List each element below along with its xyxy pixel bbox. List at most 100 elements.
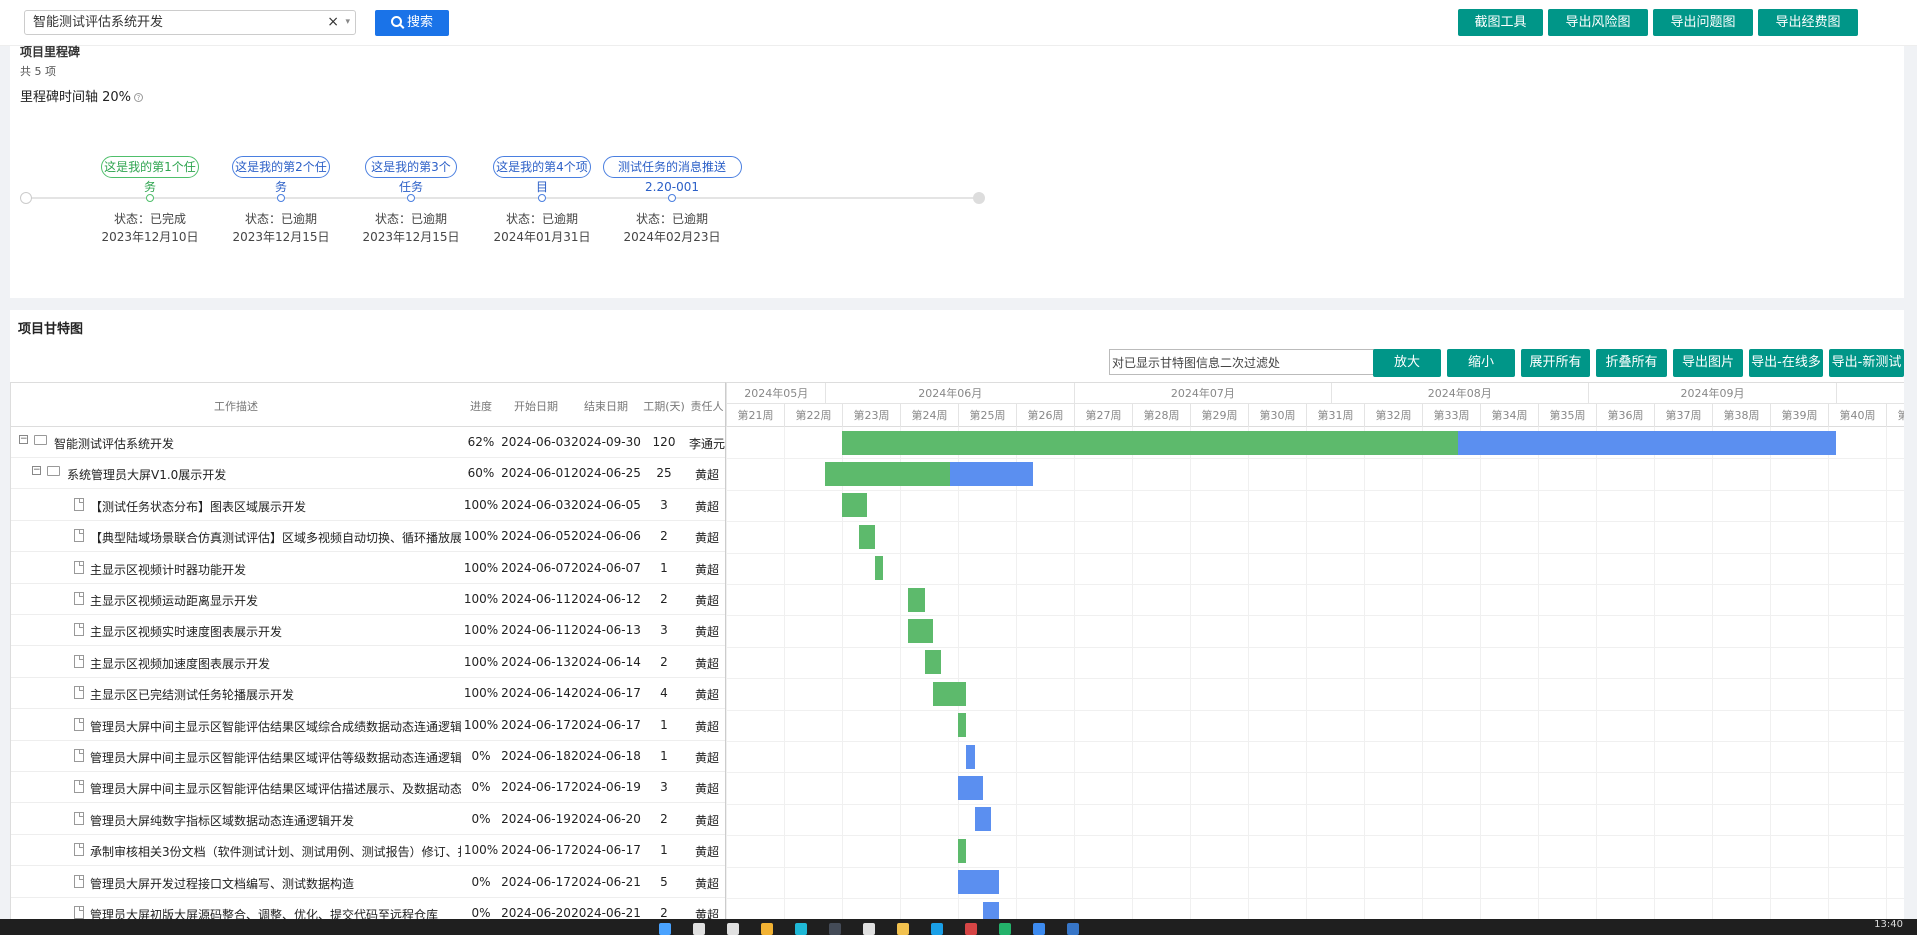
table-row[interactable]: − 系统管理员大屏V1.0展示开发 60% 2024-06-01 2024-06-25 2… bbox=[11, 458, 725, 490]
gantt-bar-remaining[interactable] bbox=[1458, 430, 1837, 455]
week-label: 第36周 bbox=[1596, 404, 1654, 427]
taskbar-app-icon[interactable] bbox=[693, 923, 705, 935]
milestone-dot[interactable] bbox=[668, 194, 676, 202]
milestone-dot[interactable] bbox=[277, 194, 285, 202]
file-icon bbox=[74, 874, 84, 888]
gantt-bar-remaining[interactable] bbox=[949, 461, 1033, 486]
milestone-tag[interactable]: 测试任务的消息推送2.20-001 bbox=[602, 156, 742, 194]
taskbar-app-icon[interactable] bbox=[659, 923, 671, 935]
gantt-bar-done[interactable] bbox=[958, 838, 967, 863]
col-header-progress[interactable]: 进度 bbox=[461, 398, 501, 414]
gantt-bar-done[interactable] bbox=[858, 524, 876, 549]
expand-all-button[interactable]: 展开所有 bbox=[1521, 349, 1590, 377]
taskbar-app-icon[interactable] bbox=[1033, 923, 1045, 935]
gantt-bar-remaining[interactable] bbox=[958, 775, 983, 800]
gantt-bar-done[interactable] bbox=[842, 493, 867, 518]
task-start: 2024-06-14 bbox=[501, 686, 571, 701]
gantt-bar-done[interactable] bbox=[875, 556, 884, 581]
table-row[interactable]: 主显示区视频运动距离显示开发 100% 2024-06-11 2024-06-12 2 黄… bbox=[11, 584, 725, 615]
export-risk-button[interactable]: 导出风险图 bbox=[1548, 9, 1648, 36]
help-icon[interactable]: ? bbox=[134, 93, 144, 102]
table-row[interactable]: 主显示区视频加速度图表展示开发 100% 2024-06-13 2024-06-14 2… bbox=[11, 647, 725, 678]
taskbar-app-icon[interactable] bbox=[931, 923, 943, 935]
taskbar-app-icon[interactable] bbox=[829, 923, 841, 935]
clear-icon[interactable]: × bbox=[327, 11, 339, 34]
export-funding-button[interactable]: 导出经费图 bbox=[1758, 9, 1858, 36]
taskbar-app-icon[interactable] bbox=[965, 923, 977, 935]
taskbar-app-icon[interactable] bbox=[897, 923, 909, 935]
table-row[interactable]: 主显示区已完结测试任务轮播展示开发 100% 2024-06-14 2024-06-1… bbox=[11, 678, 725, 710]
export-online-button[interactable]: 导出-在线多 bbox=[1749, 349, 1823, 377]
milestone-timeline bbox=[26, 197, 984, 199]
table-row[interactable]: 主显示区视频实时速度图表展示开发 100% 2024-06-11 2024-06-13… bbox=[11, 615, 725, 647]
zoom-in-button[interactable]: 放大 bbox=[1373, 349, 1441, 377]
taskbar-app-icon[interactable] bbox=[795, 923, 807, 935]
milestone-dot[interactable] bbox=[407, 194, 415, 202]
collapse-toggle-icon[interactable]: − bbox=[19, 435, 28, 444]
table-row[interactable]: − 智能测试评估系统开发 62% 2024-06-03 2024-09-30 120 李通元 bbox=[11, 427, 725, 458]
task-start: 2024-06-13 bbox=[501, 654, 571, 669]
gantt-bar-done[interactable] bbox=[933, 681, 967, 706]
collapse-toggle-icon[interactable]: − bbox=[32, 466, 41, 476]
file-icon bbox=[74, 717, 84, 731]
task-owner: 黄超 bbox=[694, 562, 719, 577]
col-header-start[interactable]: 开始日期 bbox=[501, 398, 571, 414]
milestone-tag[interactable]: 这是我的第4个项目 bbox=[493, 156, 591, 194]
export-new-test-button[interactable]: 导出-新测试 bbox=[1829, 349, 1904, 377]
search-button[interactable]: 搜索 bbox=[375, 10, 449, 36]
milestone-status: 状态：已完成 bbox=[113, 212, 186, 226]
taskbar-app-icon[interactable] bbox=[727, 923, 739, 935]
top-toolbar: 智能测试评估系统开发 × ▾ 搜索 截图工具 导出风险图 导出问题图 导出经费图 bbox=[0, 0, 1917, 46]
gantt-bar-remaining[interactable] bbox=[966, 744, 975, 769]
table-row[interactable]: 【典型陆域场景联合仿真测试评估】区域多视频自动切换、循环播放展示 100% 2024… bbox=[11, 521, 725, 553]
gantt-bar-done[interactable] bbox=[958, 713, 967, 738]
gantt-bar-remaining[interactable] bbox=[974, 807, 992, 832]
milestone-tag[interactable]: 这是我的第3个任务 bbox=[365, 156, 457, 194]
gantt-filter-input[interactable] bbox=[1109, 349, 1377, 375]
export-image-button[interactable]: 导出图片 bbox=[1673, 349, 1743, 377]
taskbar-app-icon[interactable] bbox=[1067, 923, 1079, 935]
grid-line bbox=[726, 678, 1904, 680]
zoom-out-button[interactable]: 缩小 bbox=[1447, 349, 1515, 377]
task-owner: 黄超 bbox=[694, 751, 719, 765]
gantt-bar-done[interactable] bbox=[908, 587, 925, 612]
collapse-all-button[interactable]: 折叠所有 bbox=[1596, 349, 1667, 377]
gantt-bar-done[interactable] bbox=[908, 618, 934, 643]
taskbar-app-icon[interactable] bbox=[863, 923, 875, 935]
milestone-tag[interactable]: 这是我的第1个任务 bbox=[101, 156, 199, 194]
col-header-desc[interactable]: 工作描述 bbox=[11, 398, 461, 414]
table-row[interactable]: 主显示区视频计时器功能开发 100% 2024-06-07 2024-06-07 1 黄超 bbox=[11, 553, 725, 584]
taskbar-app-icon[interactable] bbox=[999, 923, 1011, 935]
table-row[interactable]: 【测试任务状态分布】图表区域展示开发 100% 2024-06-03 2024-06-… bbox=[11, 490, 725, 521]
task-progress: 100% bbox=[463, 686, 499, 701]
col-header-owner[interactable]: 责任人 bbox=[687, 398, 725, 414]
timescale-weeks: 第21周 第22周 第23周 第24周 第25周 第26周 第27周 第28周 第29周 第30周… bbox=[726, 404, 1904, 427]
milestone-dot[interactable] bbox=[146, 194, 154, 202]
taskbar-app-icon[interactable] bbox=[761, 923, 773, 935]
week-label: 第32周 bbox=[1364, 404, 1422, 427]
file-icon bbox=[74, 843, 84, 857]
gantt-bar-done[interactable] bbox=[825, 461, 950, 486]
week-label: 第27周 bbox=[1074, 404, 1132, 427]
col-header-days[interactable]: 工期(天) bbox=[641, 398, 687, 414]
gantt-bar-remaining[interactable] bbox=[958, 870, 1000, 895]
grid-line bbox=[1538, 427, 1539, 935]
table-row[interactable]: 承制审核相关3份文档（软件测试计划、测试用例、测试报告）修订、打印 100% 202… bbox=[11, 835, 725, 867]
gantt-bar-done[interactable] bbox=[842, 430, 1459, 455]
milestone-tag[interactable]: 这是我的第2个任务 bbox=[232, 156, 330, 194]
table-row[interactable]: 管理员大屏中间主显示区智能评估结果区域综合成绩数据动态连通逻辑开发 100% 202… bbox=[11, 710, 725, 741]
table-row[interactable]: 管理员大屏中间主显示区智能评估结果区域评估等级数据动态连通逻辑开发 0% 2024-… bbox=[11, 741, 725, 772]
table-row[interactable]: 管理员大屏纯数字指标区域数据动态连通逻辑开发 0% 2024-06-19 2024-0… bbox=[11, 804, 725, 835]
task-days: 1 bbox=[660, 843, 668, 858]
chevron-down-icon[interactable]: ▾ bbox=[345, 11, 350, 34]
col-header-end[interactable]: 结束日期 bbox=[571, 398, 641, 414]
gantt-bar-done[interactable] bbox=[924, 650, 942, 675]
milestone-dot[interactable] bbox=[538, 194, 546, 202]
project-select[interactable]: 智能测试评估系统开发 × ▾ bbox=[24, 10, 356, 35]
screenshot-tool-button[interactable]: 截图工具 bbox=[1458, 9, 1543, 36]
grid-line bbox=[726, 615, 1904, 617]
task-days: 3 bbox=[660, 497, 668, 512]
export-issue-button[interactable]: 导出问题图 bbox=[1653, 9, 1753, 36]
table-row[interactable]: 管理员大屏开发过程接口文档编写、测试数据构造 0% 2024-06-17 2024-0… bbox=[11, 867, 725, 898]
table-row[interactable]: 管理员大屏中间主显示区智能评估结果区域评估描述展示、及数据动态连通 0% 2024-… bbox=[11, 772, 725, 804]
